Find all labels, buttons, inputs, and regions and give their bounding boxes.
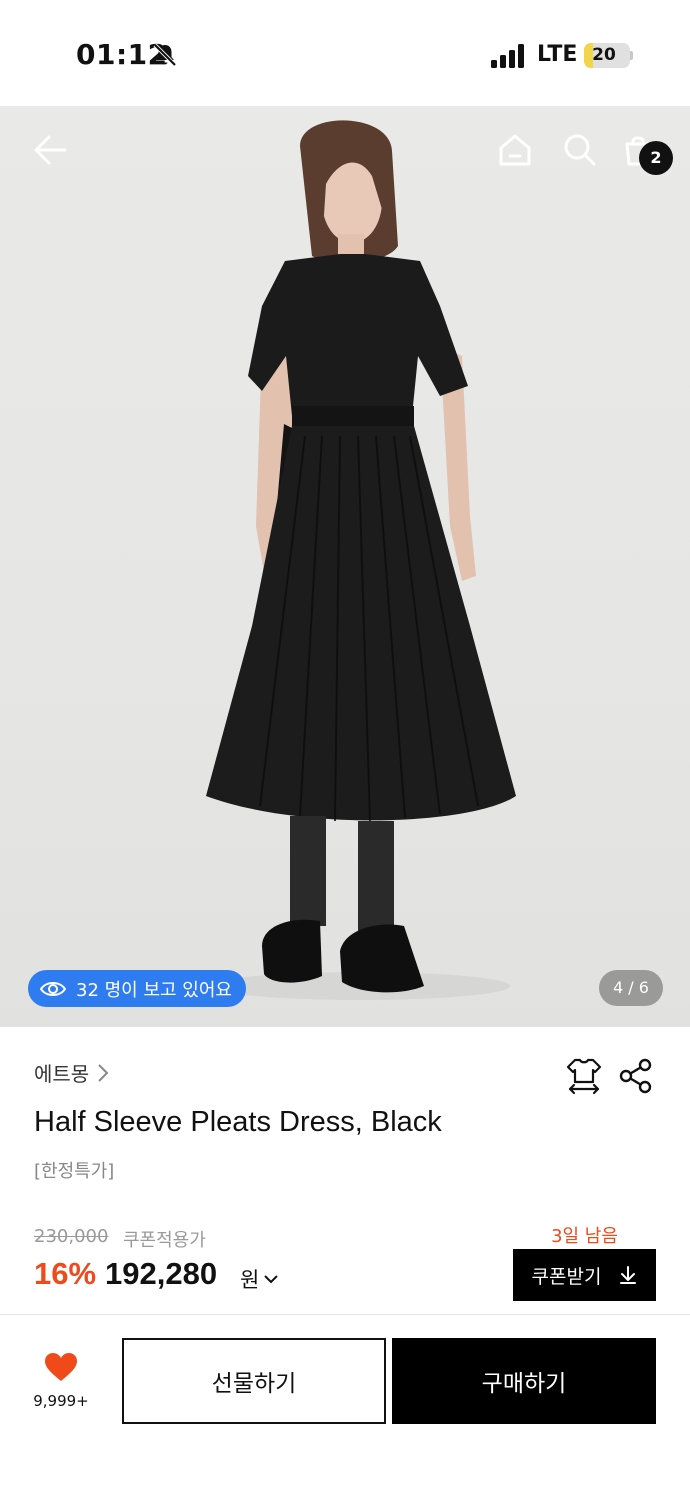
image-page-counter: 4 / 6 — [599, 970, 663, 1006]
chevron-down-icon — [264, 1275, 279, 1284]
home-icon — [499, 134, 531, 166]
coupon-days-left: 3일 남음 — [551, 1226, 618, 1247]
signal-icon — [491, 44, 524, 68]
get-coupon-button[interactable]: 쿠폰받기 — [513, 1249, 656, 1301]
home-button[interactable] — [493, 128, 537, 172]
size-guide-button[interactable] — [564, 1056, 604, 1096]
back-arrow-icon — [34, 135, 67, 165]
battery-level: 20 — [592, 45, 616, 65]
gift-button[interactable]: 선물하기 — [122, 1338, 386, 1424]
like-count: 9,999+ — [33, 1392, 89, 1410]
share-button[interactable] — [616, 1056, 656, 1096]
battery-cap — [630, 51, 633, 60]
search-icon — [564, 134, 596, 166]
product-title: Half Sleeve Pleats Dress, Black — [34, 1106, 442, 1138]
product-photo — [206, 120, 516, 1000]
original-price: 230,000 — [34, 1226, 109, 1247]
search-button[interactable] — [558, 128, 602, 172]
eye-icon — [40, 981, 66, 996]
product-image-gallery[interactable]: 32 명이 보고 있어요 4 / 6 — [0, 106, 690, 1027]
size-guide-icon — [566, 1058, 602, 1095]
currency-label: 원 — [240, 1268, 260, 1292]
sale-price: 192,280 — [105, 1256, 218, 1291]
price-detail-toggle[interactable]: 원 — [240, 1264, 279, 1294]
divider — [0, 1314, 690, 1315]
bell-slash-icon — [153, 43, 177, 67]
get-coupon-label: 쿠폰받기 — [531, 1265, 602, 1288]
status-bar: 01:12 LTE 20 — [0, 0, 690, 106]
chevron-right-icon — [98, 1063, 109, 1082]
network-label: LTE — [537, 42, 578, 67]
heart-icon — [45, 1353, 77, 1381]
brand-name: 에트몽 — [34, 1062, 90, 1086]
like-button[interactable]: 9,999+ — [24, 1352, 98, 1416]
coupon-price-note: 쿠폰적용가 — [123, 1230, 206, 1251]
back-button[interactable] — [28, 128, 72, 172]
viewers-text: 32 명이 보고 있어요 — [76, 979, 232, 1001]
battery-indicator: 20 — [584, 43, 630, 68]
download-icon — [620, 1266, 637, 1284]
brand-link[interactable]: 에트몽 — [34, 1058, 109, 1087]
product-tag: [한정특가] — [34, 1161, 115, 1182]
buy-button[interactable]: 구매하기 — [392, 1338, 656, 1424]
cart-count-badge: 2 — [639, 141, 673, 175]
share-icon — [619, 1058, 652, 1094]
discount-rate: 16% — [34, 1256, 97, 1291]
viewers-badge: 32 명이 보고 있어요 — [28, 970, 246, 1007]
